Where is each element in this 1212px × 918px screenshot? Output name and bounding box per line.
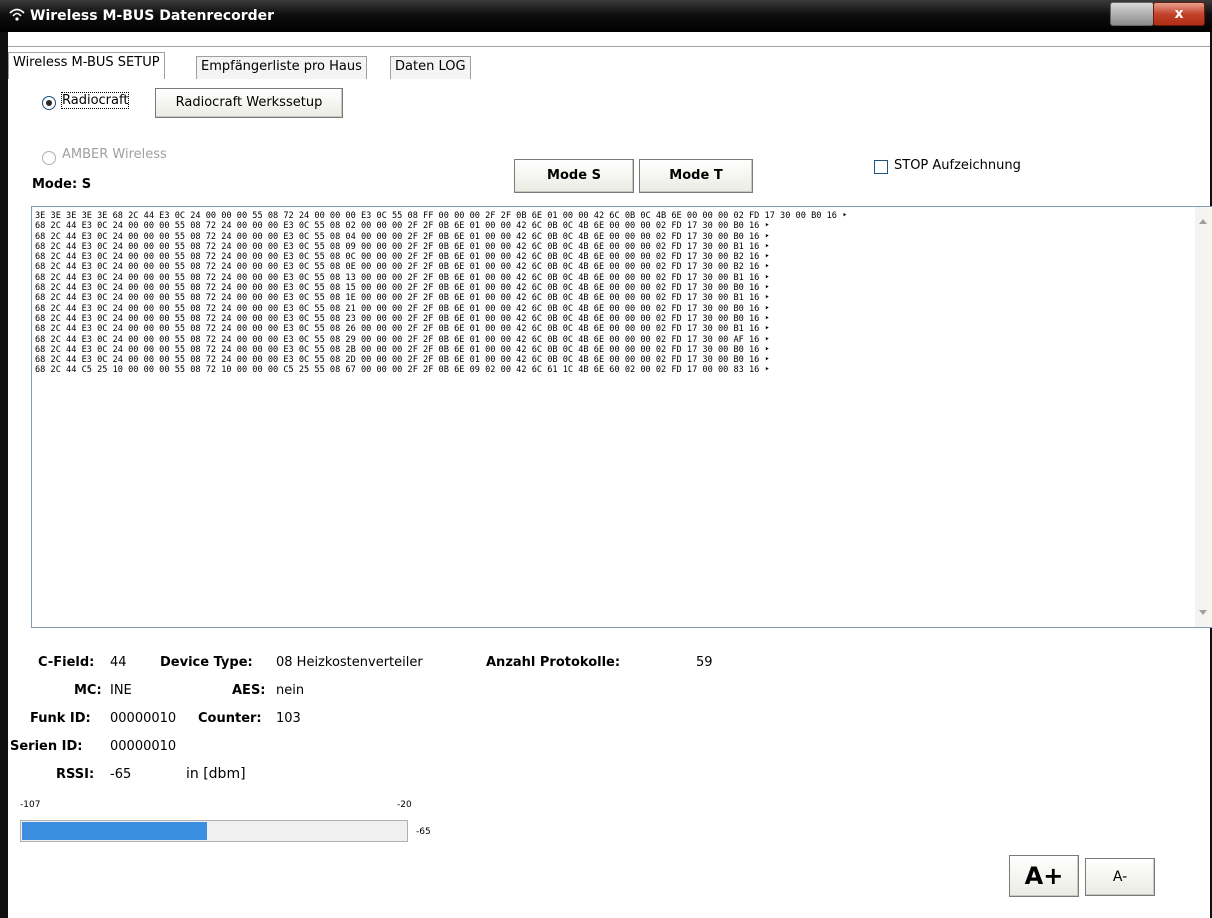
scroll-up-icon[interactable] [1199,219,1207,224]
serien-id-label: Serien ID: [10,739,83,754]
minimize-button[interactable] [1110,2,1154,26]
stop-recording-checkbox[interactable] [874,160,888,174]
close-button[interactable]: x [1153,2,1205,26]
scroll-down-icon[interactable] [1199,610,1207,615]
mode-s-button[interactable]: Mode S [514,159,634,193]
serien-id-value: 00000010 [110,739,177,754]
amber-wireless-radio[interactable] [42,151,56,165]
app-window: Wireless M-BUS Datenrecorder x Wireless … [0,0,1212,918]
cfield-value: 44 [110,655,127,670]
log-textarea[interactable]: 3E 3E 3E 3E 3E 68 2C 44 E3 0C 24 00 00 0… [31,206,1212,628]
close-icon: x [1174,6,1184,22]
radio-selected-dot [46,100,52,106]
log-scrollbar[interactable] [1195,207,1212,627]
rssi-max-label: -20 [397,800,412,810]
rssi-progress-value: -65 [416,827,431,837]
funk-id-label: Funk ID: [30,711,91,726]
log-text: 3E 3E 3E 3E 3E 68 2C 44 E3 0C 24 00 00 0… [35,211,848,376]
protocol-count-value: 59 [696,655,713,670]
counter-value: 103 [276,711,301,726]
device-type-value: 08 Heizkostenverteiler [276,655,423,670]
tab-divider [8,46,1210,47]
font-decrease-button[interactable]: A- [1085,858,1155,896]
cfield-label: C-Field: [38,655,95,670]
title-bar[interactable]: Wireless M-BUS Datenrecorder x [0,0,1212,32]
device-type-label: Device Type: [160,655,253,670]
rssi-progress-fill [22,822,207,840]
stop-recording-label: STOP Aufzeichnung [894,158,1021,173]
rssi-unit: in [dbm] [186,766,246,782]
counter-label: Counter: [198,711,262,726]
tab-wireless-mbus-setup[interactable]: Wireless M-BUS SETUP [8,52,165,79]
tab-daten-log[interactable]: Daten LOG [390,56,471,79]
wifi-icon [8,6,26,24]
window-frame-left [0,32,8,918]
mode-t-button[interactable]: Mode T [639,159,753,193]
protocol-count-label: Anzahl Protokolle: [486,655,621,670]
radiocraft-radio[interactable] [42,96,56,110]
aes-label: AES: [232,683,266,698]
radiocraft-label[interactable]: Radiocraft [60,92,130,109]
mc-label: MC: [74,683,102,698]
window-title: Wireless M-BUS Datenrecorder [30,8,275,24]
aes-value: nein [276,683,305,698]
rssi-min-label: -107 [20,800,41,810]
mode-status-label: Mode: S [32,177,92,192]
mc-value: INE [110,683,132,698]
rssi-label: RSSI: [56,767,95,782]
font-increase-button[interactable]: A+ [1009,855,1079,897]
amber-wireless-label: AMBER Wireless [62,147,167,162]
funk-id-value: 00000010 [110,711,177,726]
radiocraft-werkssetup-button[interactable]: Radiocraft Werkssetup [155,88,343,118]
rssi-progress-bar [20,820,408,842]
rssi-value: -65 [110,767,132,782]
tab-empfaengerliste[interactable]: Empfängerliste pro Haus [196,56,367,79]
